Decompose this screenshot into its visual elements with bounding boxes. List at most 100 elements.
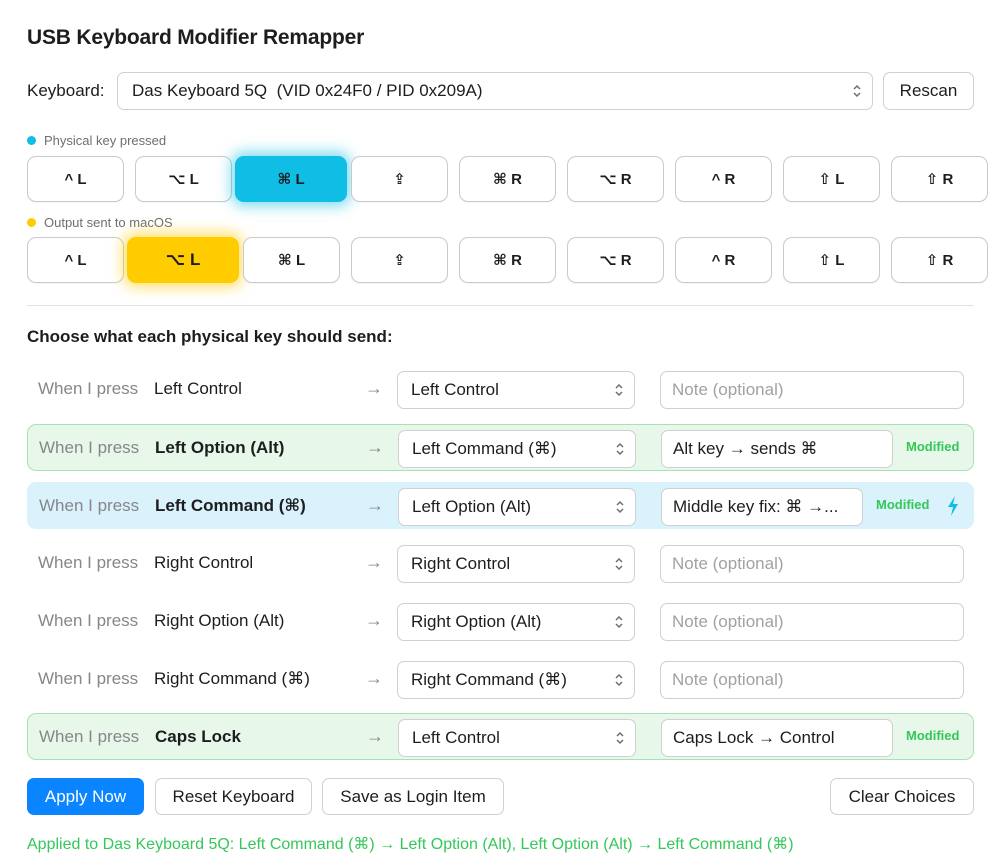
reset-keyboard-button[interactable]: Reset Keyboard [155,778,312,815]
physical-key-2: ⌥ L [135,156,232,202]
output-key-4: ⇪ [351,237,448,283]
mapping-row: When I press Left Command (⌘) → Left Option… [27,482,974,529]
divider [27,305,974,306]
modified-badge: Modified [906,439,960,454]
when-label: When I press [38,611,139,630]
when-label: When I press [39,438,140,457]
target-select[interactable]: Left Option (Alt) [398,488,636,526]
modified-badge: Modified [876,497,930,512]
mapping-row: When I press Caps Lock → Left Control Caps L… [27,713,974,760]
keyboard-select-value: Das Keyboard 5Q (VID 0x24F0 / PID 0x209A… [132,81,483,100]
physical-key-name: Right Command (⌘) [154,669,310,688]
arrow-right-icon: → [366,726,384,746]
physical-legend: Physical key pressed [27,133,166,148]
physical-key-name: Left Command (⌘) [155,496,306,515]
output-key-7: ^ R [675,237,772,283]
target-select-value: Left Command (⌘) [412,439,557,458]
target-select[interactable]: Left Control [398,719,636,757]
status-message: Applied to Das Keyboard 5Q: Left Command… [27,836,794,853]
target-select-value: Left Control [411,380,499,399]
output-key-6: ⌥ R [567,237,664,283]
when-label: When I press [39,727,140,746]
arrow-right-icon: → [365,610,383,630]
note-field[interactable]: Middle key fix: ⌘ →... [661,488,863,526]
mapping-row: When I press Left Control → Left Control Not… [27,366,974,413]
keyboard-row: Keyboard: Das Keyboard 5Q (VID 0x24F0 / … [27,72,974,110]
physical-keys-row: ^ L ⌥ L ⌘ L ⇪ ⌘ R ⌥ R ^ R ⇧ L ⇧ R [27,156,988,202]
select-chevron-icon [853,84,861,98]
arrow-right-icon: → [365,378,383,398]
physical-key-name: Right Control [154,553,254,572]
when-label: When I press [38,669,139,688]
lightning-bolt-icon [948,496,958,516]
save-login-item-button[interactable]: Save as Login Item [322,778,504,815]
arrow-right-icon: → [366,495,384,515]
physical-legend-label: Physical key pressed [44,133,167,148]
select-chevron-icon [616,500,624,514]
target-select-value: Right Option (Alt) [411,612,542,631]
select-chevron-icon [616,731,624,745]
when-label: When I press [39,496,140,515]
app-title: USB Keyboard Modifier Remapper [27,26,365,49]
target-select-value: Right Control [411,554,511,573]
physical-key-name: Left Control [154,379,242,398]
output-key-8: ⇧ L [783,237,880,283]
target-select[interactable]: Right Option (Alt) [397,603,635,641]
select-chevron-icon [615,383,623,397]
mapping-row: When I press Right Command (⌘) → Right Comm… [27,656,974,703]
physical-key-7: ^ R [675,156,772,202]
target-select-value: Left Option (Alt) [412,497,532,516]
arrow-right-icon: → [366,437,384,457]
note-field[interactable]: Note (optional) [660,545,964,583]
physical-key-4: ⇪ [351,156,448,202]
target-select[interactable]: Right Command (⌘) [397,661,635,699]
select-chevron-icon [615,673,623,687]
physical-key-6: ⌥ R [567,156,664,202]
output-key-3: ⌘ L [243,237,340,283]
output-legend-label: Output sent to macOS [44,215,173,230]
arrow-right-icon: → [365,668,383,688]
rescan-button[interactable]: Rescan [883,72,974,110]
when-label: When I press [38,379,139,398]
arrow-right-icon: → [365,552,383,572]
output-key-5: ⌘ R [459,237,556,283]
apply-now-button[interactable]: Apply Now [27,778,144,815]
output-key-9: ⇧ R [891,237,988,283]
target-select[interactable]: Left Command (⌘) [398,430,636,468]
physical-key-5: ⌘ R [459,156,556,202]
clear-choices-button[interactable]: Clear Choices [830,778,974,815]
note-field[interactable]: Note (optional) [660,371,964,409]
note-field[interactable]: Alt key → sends ⌘ [661,430,893,468]
output-legend: Output sent to macOS [27,215,173,230]
physical-key-name: Right Option (Alt) [154,611,285,630]
target-select[interactable]: Right Control [397,545,635,583]
select-chevron-icon [615,615,623,629]
note-field[interactable]: Caps Lock → Control [661,719,893,757]
note-field[interactable]: Note (optional) [660,661,964,699]
target-select[interactable]: Left Control [397,371,635,409]
section-title: Choose what each physical key should sen… [27,327,393,346]
output-dot-icon [27,218,36,227]
mapping-row: When I press Right Option (Alt) → Right Opt… [27,598,974,645]
select-chevron-icon [615,557,623,571]
when-label: When I press [38,553,139,572]
output-key-2: ⌥ L [127,237,239,283]
physical-key-name: Caps Lock [155,727,241,746]
mapping-row: When I press Left Option (Alt) → Left Comma… [27,424,974,471]
physical-dot-icon [27,136,36,145]
physical-key-3: ⌘ L [235,156,347,202]
output-key-1: ^ L [27,237,124,283]
physical-key-9: ⇧ R [891,156,988,202]
output-keys-row: ^ L ⌥ L ⌘ L ⇪ ⌘ R ⌥ R ^ R ⇧ L ⇧ R [27,237,988,283]
physical-key-8: ⇧ L [783,156,880,202]
physical-key-name: Left Option (Alt) [155,438,285,457]
target-select-value: Left Control [412,728,500,747]
mapping-row: When I press Right Control → Right Control N… [27,540,974,587]
keyboard-select[interactable]: Das Keyboard 5Q (VID 0x24F0 / PID 0x209A… [117,72,873,110]
keyboard-label: Keyboard: [27,81,105,100]
physical-key-1: ^ L [27,156,124,202]
target-select-value: Right Command (⌘) [411,670,567,689]
select-chevron-icon [616,442,624,456]
modified-badge: Modified [906,728,960,743]
note-field[interactable]: Note (optional) [660,603,964,641]
